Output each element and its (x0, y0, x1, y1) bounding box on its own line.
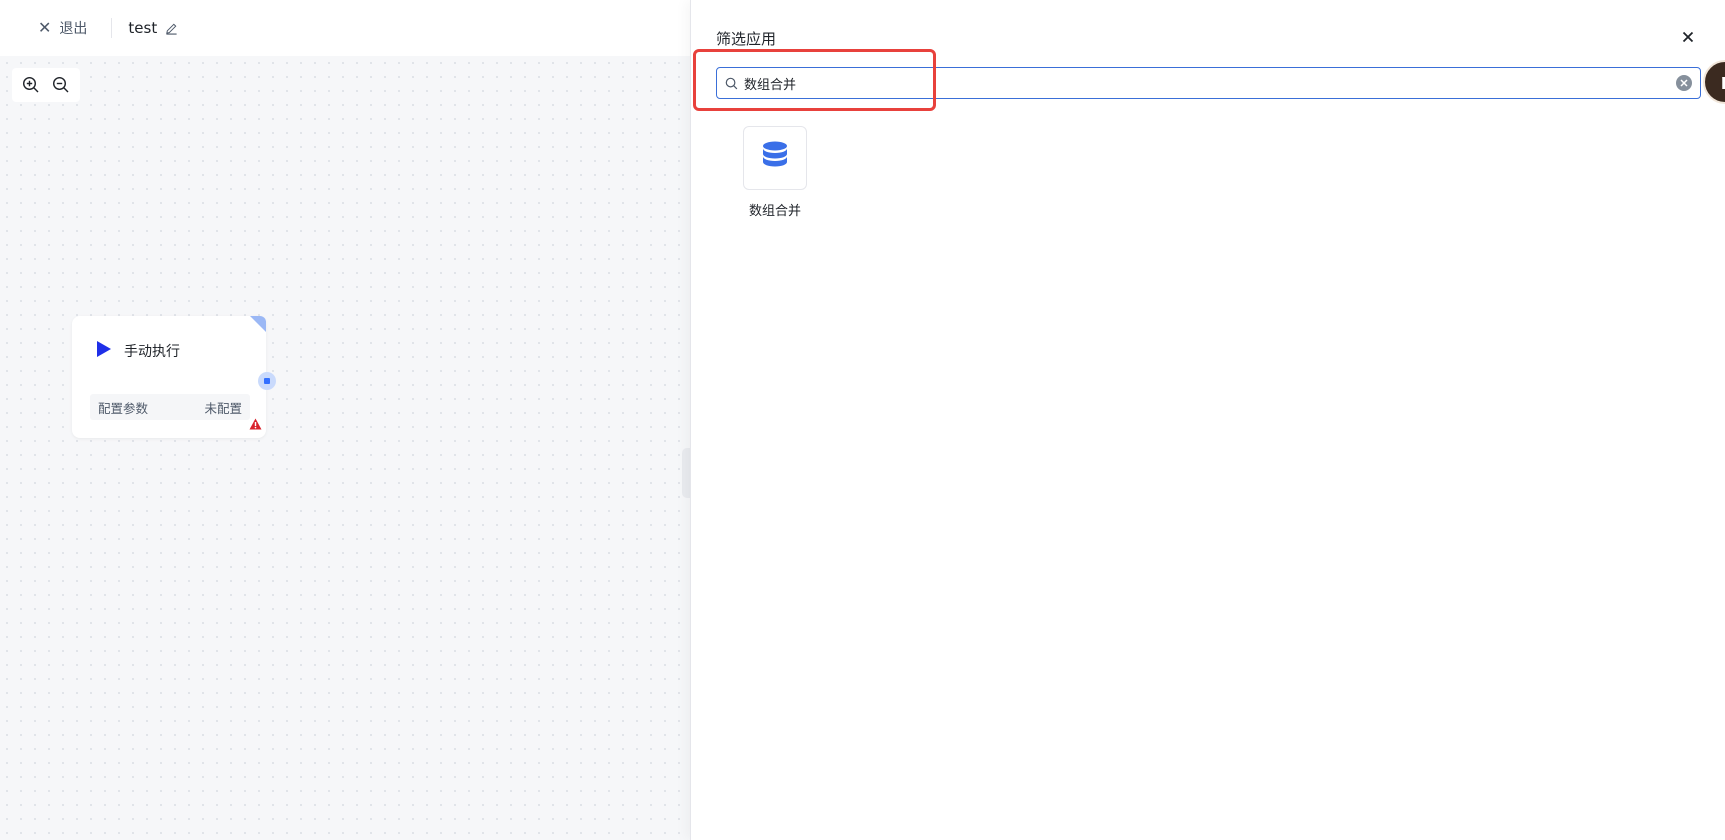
app-label: 数组合并 (748, 204, 801, 219)
app-result-item[interactable]: 数组合并 (735, 126, 815, 219)
config-param-label: 配置参数 (98, 400, 149, 416)
zoom-out-icon[interactable] (48, 72, 74, 98)
floating-letter: r (1721, 69, 1725, 95)
zoom-in-icon[interactable] (18, 72, 44, 98)
search-icon (725, 77, 738, 90)
search-input[interactable] (744, 75, 1676, 91)
manual-trigger-node[interactable]: 手动执行 配置参数 未配置 (72, 316, 276, 438)
zoom-toolbar (12, 68, 80, 102)
edit-pencil-icon[interactable] (165, 22, 178, 35)
database-icon (761, 141, 789, 175)
floating-assistant-button[interactable]: r (1703, 60, 1725, 104)
search-box (716, 67, 1701, 99)
close-icon[interactable] (1679, 28, 1697, 46)
flow-canvas[interactable]: 手动执行 配置参数 未配置 (0, 56, 692, 840)
drawer-title: 筛选应用 (716, 30, 777, 48)
clear-search-icon[interactable] (1676, 75, 1692, 91)
exit-button[interactable]: ✕ 退出 (38, 18, 87, 38)
filter-apps-drawer: 筛选应用 数组合并 r (690, 0, 1725, 840)
node-corner-marker (250, 316, 266, 332)
divider (111, 18, 113, 38)
node-output-port[interactable] (258, 372, 276, 390)
play-icon (96, 340, 112, 362)
app-icon-box (743, 126, 807, 190)
node-config-row[interactable]: 配置参数 未配置 (90, 394, 250, 420)
exit-label: 退出 (59, 21, 88, 37)
close-icon: ✕ (38, 18, 52, 37)
flow-title: test (128, 19, 158, 37)
warning-icon (249, 415, 262, 434)
node-title: 手动执行 (124, 344, 180, 360)
top-bar: ✕ 退出 test (0, 0, 690, 56)
config-status: 未配置 (204, 400, 242, 416)
